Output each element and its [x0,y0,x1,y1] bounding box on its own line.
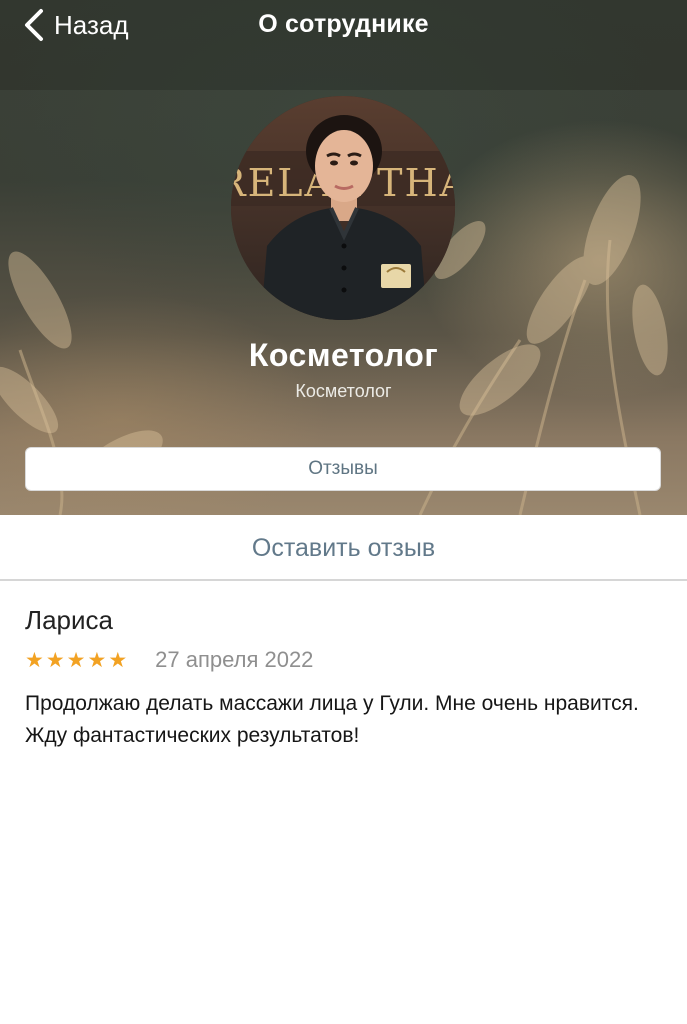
page-title: О сотруднике [258,10,429,38]
star-icon: ★ [108,648,128,672]
employee-avatar: RELAX THA [231,96,455,320]
review-item: Лариса ★ ★ ★ ★ ★ 27 апреля 2022 Продолжа… [25,600,665,752]
divider [0,579,687,581]
star-icon: ★ [25,648,44,672]
employee-role: Косметолог [295,381,392,401]
reviews-tab-button[interactable]: Отзывы [25,447,661,491]
employee-name: Косметолог [248,337,439,373]
review-date: 27 апреля 2022 [155,647,314,672]
employee-photo: RELAX THA [231,96,455,320]
star-icon: ★ [66,648,86,672]
review-text: Продолжаю делать массажи лица у Гули. Мн… [25,692,639,747]
star-icon: ★ [87,648,107,672]
rating-stars: ★ ★ ★ ★ ★ [25,650,127,671]
header-background: Назад О сотруднике RELAX THA [0,0,687,515]
review-meta: ★ ★ ★ ★ ★ 27 апреля 2022 [25,642,665,678]
leave-review-button[interactable]: Оставить отзыв [0,516,687,580]
star-icon: ★ [45,648,65,672]
review-author: Лариса [25,605,113,635]
